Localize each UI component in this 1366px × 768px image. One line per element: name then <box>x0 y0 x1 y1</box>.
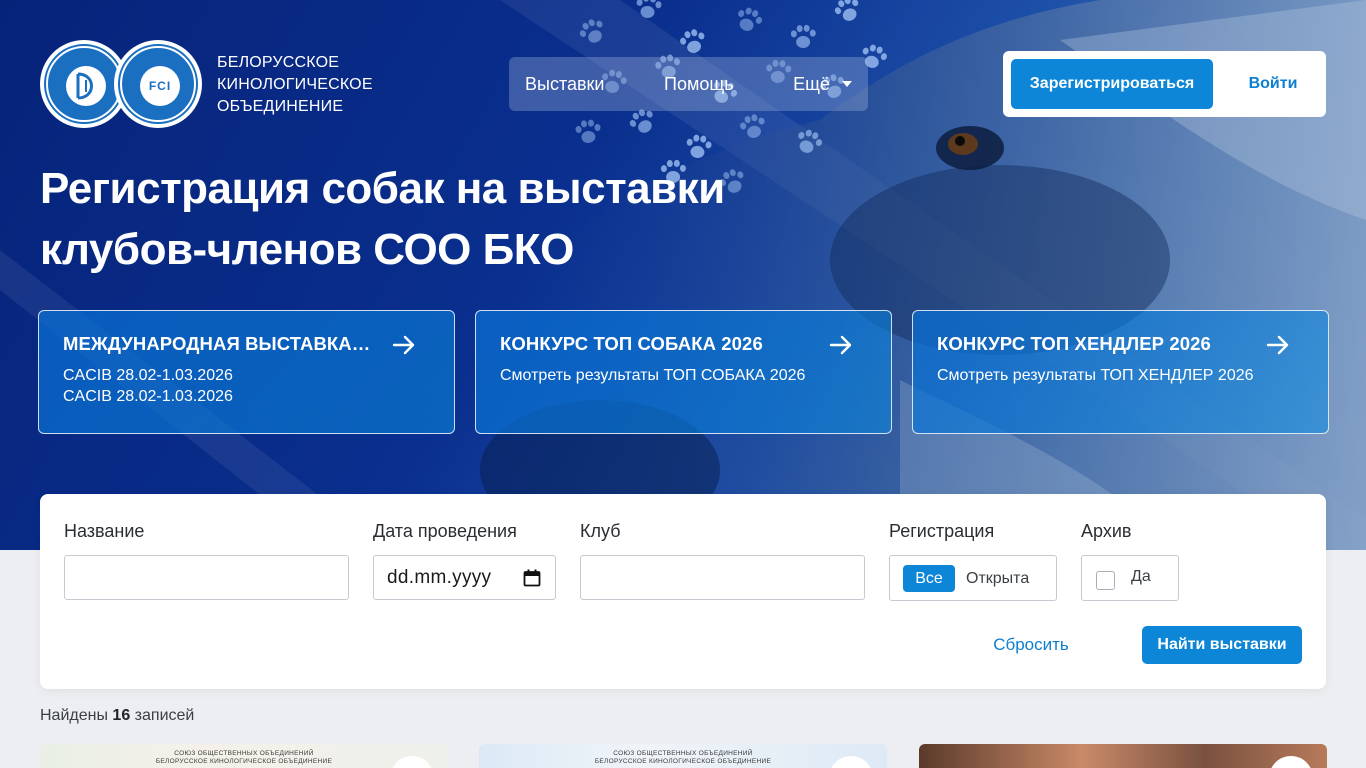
nav-item-more-label: Ещё <box>793 73 830 94</box>
promo-card-subtitle: Смотреть результаты ТОП ХЕНДЛЕР 2026 <box>937 367 1254 384</box>
promo-card-title: КОНКУРС ТОП СОБАКА 2026 <box>500 333 763 354</box>
promo-card-top-dog[interactable]: КОНКУРС ТОП СОБАКА 2026 Смотреть результ… <box>475 310 892 434</box>
result-card-image[interactable]: СОЮЗ ОБЩЕСТВЕННЫХ ОБЪЕДИНЕНИЙ БЕЛОРУССКО… <box>40 744 448 768</box>
name-label: Название <box>64 521 145 541</box>
date-input[interactable]: dd.mm.yyyy <box>373 555 556 600</box>
logo[interactable]: FCI <box>40 40 202 128</box>
search-filter-panel: Название Дата проведения dd.mm.yyyy Клуб… <box>40 494 1326 689</box>
promo-card-title: КОНКУРС ТОП ХЕНДЛЕР 2026 <box>937 333 1211 354</box>
find-exhibitions-button[interactable]: Найти выставки <box>1142 626 1302 664</box>
promo-card-subtitle: CACIB 28.02-1.03.2026 <box>63 367 233 384</box>
promo-card-subtitle: Смотреть результаты ТОП СОБАКА 2026 <box>500 367 806 384</box>
paw-print-icon <box>791 126 825 160</box>
results-count: Найдены 16 записей <box>40 707 194 725</box>
date-label: Дата проведения <box>373 521 517 541</box>
register-button[interactable]: Зарегистрироваться <box>1011 59 1213 109</box>
bko-monogram-icon <box>76 72 93 100</box>
result-card-caption: СОЮЗ ОБЩЕСТВЕННЫХ ОБЪЕДИНЕНИЙ БЕЛОРУССКО… <box>594 750 772 765</box>
brand-line-2: КИНОЛОГИЧЕСКОЕ <box>217 76 373 93</box>
paw-print-icon <box>575 15 611 51</box>
registration-option-open[interactable]: Открыта <box>966 565 1029 592</box>
club-input[interactable] <box>580 555 865 600</box>
reset-button[interactable]: Сбросить <box>980 626 1082 664</box>
promo-card-exhibition[interactable]: МЕЖДУНАРОДНАЯ ВЫСТАВКА СОБАК CACIB 28.02… <box>38 310 455 434</box>
club-label: Клуб <box>580 521 621 541</box>
registration-toggle: Все Открыта <box>889 555 1057 601</box>
brand-line-1: БЕЛОРУССКОЕ <box>217 54 340 71</box>
hero-banner: FCI БЕЛОРУССКОЕ КИНОЛОГИЧЕСКОЕ ОБЪЕДИНЕН… <box>0 0 1366 550</box>
paw-print-icon <box>677 27 709 59</box>
paw-print-icon <box>831 0 866 28</box>
calendar-icon[interactable] <box>523 569 541 587</box>
promo-card-top-handler[interactable]: КОНКУРС ТОП ХЕНДЛЕР 2026 Смотреть резуль… <box>912 310 1329 434</box>
registration-option-all[interactable]: Все <box>903 565 955 592</box>
archive-checkbox-label[interactable]: Да <box>1131 568 1151 586</box>
archive-label: Архив <box>1081 521 1132 541</box>
paw-print-icon <box>790 24 817 52</box>
main-nav: Выставки Помощь Ещё <box>509 57 868 111</box>
archive-toggle: Да <box>1081 555 1179 601</box>
date-placeholder: dd.mm.yyyy <box>387 567 492 588</box>
nav-item-more[interactable]: Ещё <box>777 74 868 95</box>
chevron-down-icon <box>842 81 852 87</box>
paw-print-icon <box>634 0 663 22</box>
brand-name: БЕЛОРУССКОЕ КИНОЛОГИЧЕСКОЕ ОБЪЕДИНЕНИЕ <box>217 52 417 118</box>
page-title: Регистрация собак на выставки клубов-чле… <box>40 164 725 274</box>
result-card-image[interactable]: СОЮЗ ОБЩЕСТВЕННЫХ ОБЪЕДИНЕНИЙ БЕЛОРУССКО… <box>479 744 887 768</box>
arrow-right-icon <box>392 335 415 355</box>
login-button[interactable]: Войти <box>1233 59 1313 109</box>
registration-label: Регистрация <box>889 521 995 541</box>
paw-print-icon <box>737 112 769 144</box>
nav-item-help[interactable]: Помощь <box>648 74 777 95</box>
result-card-caption: СОЮЗ ОБЩЕСТВЕННЫХ ОБЪЕДИНЕНИЙ БЕЛОРУССКО… <box>155 750 333 765</box>
promo-card-subtitle: CACIB 28.02-1.03.2026 <box>63 388 233 405</box>
name-input[interactable] <box>64 555 349 600</box>
favorite-button[interactable] <box>1269 756 1313 768</box>
archive-checkbox[interactable] <box>1096 571 1115 590</box>
arrow-right-icon <box>1266 335 1289 355</box>
result-card-image[interactable] <box>919 744 1327 768</box>
results-count-prefix: Найдены <box>40 707 108 724</box>
paw-print-icon <box>574 119 603 148</box>
arrow-right-icon <box>829 335 852 355</box>
results-count-suffix: записей <box>134 707 195 724</box>
fci-seal-icon: FCI <box>114 40 202 128</box>
paw-print-icon <box>731 4 765 38</box>
nav-item-exhibitions[interactable]: Выставки <box>509 74 648 95</box>
results-count-number: 16 <box>112 707 131 724</box>
auth-panel: Зарегистрироваться Войти <box>1003 51 1326 117</box>
brand-line-3: ОБЪЕДИНЕНИЕ <box>217 98 344 115</box>
promo-card-title: МЕЖДУНАРОДНАЯ ВЫСТАВКА СОБАК <box>63 333 375 354</box>
